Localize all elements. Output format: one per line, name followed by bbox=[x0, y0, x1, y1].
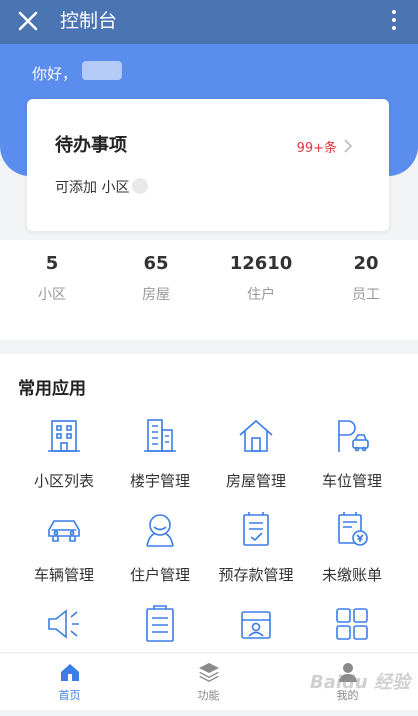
house-icon bbox=[239, 419, 273, 452]
todo-subtitle: 可添加 小区 bbox=[55, 180, 130, 196]
app-house-management[interactable]: 房屋管理 bbox=[204, 416, 308, 491]
app-label: 预存款管理 bbox=[218, 566, 294, 584]
app-label: 小区列表 bbox=[33, 472, 94, 490]
resident-icon bbox=[146, 514, 174, 547]
blurred-text bbox=[132, 178, 148, 194]
stat-value: 5 bbox=[45, 253, 59, 274]
todo-count: 99+条 bbox=[296, 141, 337, 156]
app-staff-card[interactable] bbox=[204, 604, 308, 644]
stat-label: 小区 bbox=[38, 287, 66, 303]
stat-value: 20 bbox=[353, 253, 379, 274]
todo-title: 待办事项 bbox=[55, 135, 127, 156]
home-icon bbox=[60, 664, 79, 681]
app-label: 未缴账单 bbox=[321, 566, 382, 584]
tab-functions[interactable]: 功能 bbox=[139, 661, 278, 703]
grid-icon bbox=[336, 608, 368, 640]
car-icon bbox=[48, 520, 80, 542]
stat-value: 12610 bbox=[229, 253, 293, 274]
tower-icon bbox=[144, 419, 176, 452]
stat-value: 65 bbox=[143, 253, 169, 274]
app-label: 车位管理 bbox=[321, 472, 382, 490]
stat-label: 房屋 bbox=[142, 287, 170, 303]
stat-label: 住户 bbox=[247, 287, 275, 303]
app-resident-management[interactable]: 住户管理 bbox=[108, 510, 212, 585]
stat-communities[interactable]: 5 小区 bbox=[0, 252, 104, 304]
tab-label: 功能 bbox=[197, 689, 220, 702]
app-label: 车辆管理 bbox=[33, 566, 94, 584]
tab-home[interactable]: 首页 bbox=[0, 661, 139, 703]
id-card-icon bbox=[241, 611, 271, 639]
stat-houses[interactable]: 65 房屋 bbox=[104, 252, 208, 304]
app-label: 房屋管理 bbox=[225, 472, 286, 490]
megaphone-icon bbox=[48, 609, 79, 639]
tab-label: 首页 bbox=[58, 689, 81, 702]
stats-panel: 5 小区 65 房屋 12610 住户 20 员工 bbox=[0, 240, 418, 340]
greeting-text: 你好， bbox=[32, 65, 78, 83]
app-community-list[interactable]: 小区列表 bbox=[12, 416, 116, 491]
blurred-username bbox=[82, 61, 122, 80]
bill-icon bbox=[338, 512, 368, 546]
close-icon[interactable] bbox=[16, 9, 40, 33]
app-unpaid-bills[interactable]: 未缴账单 bbox=[300, 510, 404, 585]
more-menu-icon[interactable] bbox=[390, 8, 398, 34]
app-announcement[interactable] bbox=[12, 604, 116, 644]
app-deposit-management[interactable]: 预存款管理 bbox=[204, 510, 308, 585]
section-title: 常用应用 bbox=[18, 379, 86, 399]
stat-label: 员工 bbox=[352, 287, 380, 303]
stat-residents[interactable]: 12610 住户 bbox=[209, 252, 313, 304]
watermark: Baidu 经验 bbox=[309, 672, 410, 693]
deposit-icon bbox=[243, 512, 269, 546]
app-label: 楼宇管理 bbox=[129, 472, 190, 490]
page-title: 控制台 bbox=[60, 10, 118, 32]
app-parking-management[interactable]: 车位管理 bbox=[300, 416, 404, 491]
app-records[interactable] bbox=[108, 604, 212, 644]
todo-card[interactable]: 待办事项 99+条 可添加 小区 bbox=[27, 99, 389, 231]
clipboard-icon bbox=[146, 605, 174, 642]
app-more[interactable] bbox=[300, 604, 404, 644]
chevron-right-icon bbox=[344, 139, 353, 153]
top-bar: 控制台 bbox=[0, 0, 418, 44]
app-building-management[interactable]: 楼宇管理 bbox=[108, 416, 212, 491]
common-apps-section: 常用应用 小区列表 楼宇管理 房屋管理 车位管理 车辆管理 住户管理 预存款管理… bbox=[0, 354, 418, 652]
stat-staff[interactable]: 20 员工 bbox=[314, 252, 418, 304]
layers-icon bbox=[198, 663, 219, 682]
app-label: 住户管理 bbox=[129, 566, 190, 584]
parking-icon bbox=[338, 420, 369, 452]
app-vehicle-management[interactable]: 车辆管理 bbox=[12, 510, 116, 585]
building-icon bbox=[48, 420, 80, 452]
